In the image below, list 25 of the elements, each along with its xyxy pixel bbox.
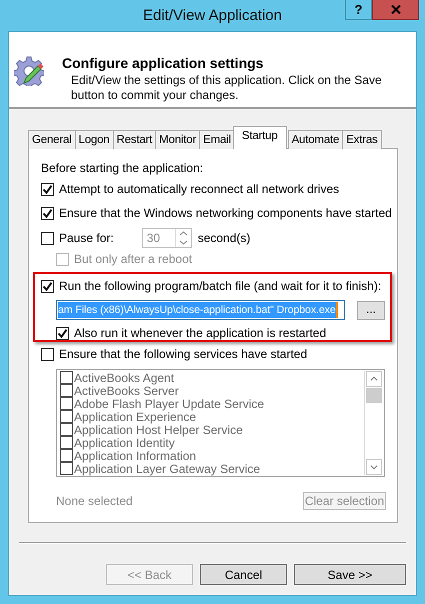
unit-label: second(s)	[198, 231, 250, 245]
window-title: Edit/View Application	[143, 7, 282, 24]
tab[interactable]: Startup	[232, 126, 287, 149]
selection-status: None selected	[56, 494, 133, 508]
checkbox-label: Ensure that the Windows networking components have started	[59, 206, 392, 220]
dialog-button[interactable]: Cancel	[200, 564, 287, 585]
browse-button[interactable]: ...	[357, 300, 385, 320]
tab[interactable]: Monitor	[155, 130, 200, 149]
tab[interactable]: Restart	[112, 130, 156, 149]
header-description: Edit/View the settings of this application. Click on the Save button to commit your changes.	[71, 73, 383, 103]
help-button[interactable]: ?	[345, 0, 372, 20]
checkbox-label: Pause for:	[59, 231, 114, 245]
tab[interactable]: Email	[199, 130, 235, 149]
tab[interactable]: Logon	[74, 130, 114, 149]
tab[interactable]: Automate	[288, 130, 344, 149]
tab[interactable]: Extras	[342, 130, 382, 149]
checkbox-label: Also run it whenever the application is restarted	[74, 326, 326, 340]
checkbox-label: Attempt to automatically reconnect all network drives	[59, 182, 340, 196]
checkbox-label: But only after a reboot	[74, 252, 192, 266]
section-heading: Before starting the application:	[41, 161, 204, 175]
checkbox-label: Ensure that the following services have started	[59, 347, 308, 361]
checkbox-label: Run the following program/batch file (and wait for it to finish):	[59, 279, 382, 293]
tab[interactable]: General	[28, 130, 76, 149]
header-title: Configure application settings	[62, 55, 264, 71]
dialog-button[interactable]: Save >>	[294, 564, 406, 585]
